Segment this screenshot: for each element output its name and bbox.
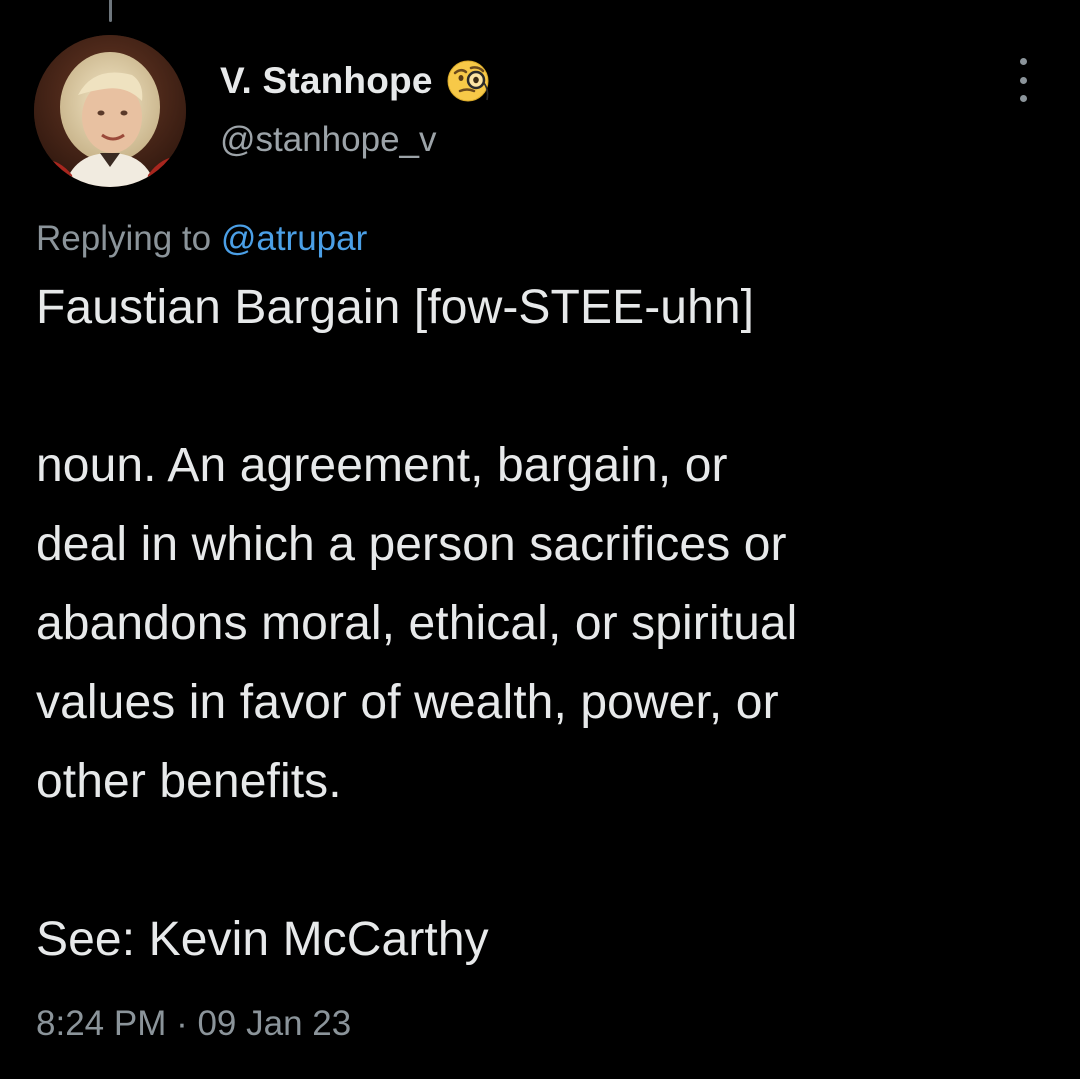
thread-connector-line [109, 0, 112, 22]
author-handle[interactable]: @stanhope_v [220, 120, 437, 160]
tweet-paragraph-title: Faustian Bargain [fow-STEE-uhn] [36, 281, 755, 334]
more-dot-icon [1019, 95, 1027, 102]
face-with-monocle-icon [443, 56, 493, 106]
tweet-paragraph-definition: noun. An agreement, bargain, or deal in … [36, 439, 798, 808]
tweet-paragraph-see: See: Kevin McCarthy [36, 913, 489, 966]
reply-mention-link[interactable]: @atrupar [221, 219, 367, 258]
more-options-button[interactable] [1008, 58, 1038, 102]
more-dot-icon [1019, 58, 1027, 65]
author-name-row: V. Stanhope [220, 56, 493, 106]
avatar[interactable] [34, 35, 186, 187]
replying-to-line: Replying to @atrupar [36, 219, 367, 259]
replying-to-label: Replying to [36, 219, 221, 258]
more-dot-icon [1019, 76, 1027, 84]
tweet-text: Faustian Bargain [fow-STEE-uhn] noun. An… [36, 268, 1056, 979]
author-display-name[interactable]: V. Stanhope [220, 60, 433, 102]
tweet-timestamp[interactable]: 8:24 PM · 09 Jan 23 [36, 1004, 351, 1044]
